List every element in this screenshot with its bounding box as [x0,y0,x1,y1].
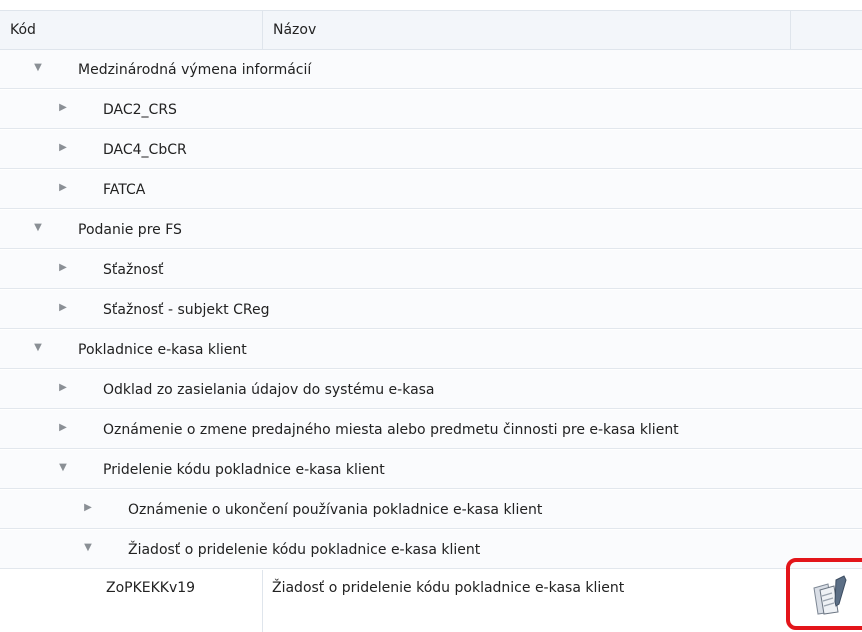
tree-row[interactable]: ▼ Žiadosť o pridelenie kódu pokladnice e-… [0,530,862,569]
tree-row-label: Sťažnosť [103,262,164,278]
expand-arrow-right-icon[interactable]: ▶ [80,490,96,528]
tree-row[interactable]: ▼ Podanie pre FS [0,210,862,249]
tree-row[interactable]: ▶ FATCA [0,170,862,209]
tree-row-label: Podanie pre FS [78,222,182,238]
tree-row-label: DAC4_CbCR [103,142,187,158]
grid-header: Kód Názov [0,10,862,50]
tree-row-label: DAC2_CRS [103,102,177,118]
tree-row[interactable]: ▼ Pridelenie kódu pokladnice e-kasa klien… [0,450,862,489]
tree-row[interactable]: ▶ Oznámenie o zmene predajného miesta ale… [0,410,862,449]
tree-row-label: Pokladnice e-kasa klient [78,342,247,358]
form-data-row[interactable]: ZoPKEKKv19 Žiadosť o pridelenie kódu pok… [0,570,862,632]
expand-arrow-down-icon[interactable]: ▼ [30,330,46,368]
tree-row-label: Sťažnosť - subjekt CReg [103,302,270,318]
tree-row-label: Medzinárodná výmena informácií [78,62,312,78]
form-name: Žiadosť o pridelenie kódu pokladnice e-k… [272,580,625,596]
tree-row[interactable]: ▶ DAC2_CRS [0,90,862,129]
tree-row-label: FATCA [103,182,146,198]
expand-arrow-right-icon[interactable]: ▶ [55,90,71,128]
expand-arrow-right-icon[interactable]: ▶ [55,130,71,168]
tree-row-label: Oznámenie o ukončení používania pokladni… [128,502,543,518]
expand-arrow-down-icon[interactable]: ▼ [30,210,46,248]
form-code: ZoPKEKKv19 [106,580,196,596]
expand-arrow-down-icon[interactable]: ▼ [55,450,71,488]
tree-row-label: Pridelenie kódu pokladnice e-kasa klient [103,462,385,478]
expand-arrow-right-icon[interactable]: ▶ [55,370,71,408]
column-header-actions [791,11,862,49]
tree-row[interactable]: ▶ DAC4_CbCR [0,130,862,169]
tree-row-label: Oznámenie o zmene predajného miesta aleb… [103,422,679,438]
expand-arrow-right-icon[interactable]: ▶ [55,250,71,288]
tree-row[interactable]: ▼ Pokladnice e-kasa klient [0,330,862,369]
tree-row[interactable]: ▶ Odklad zo zasielania údajov do systému … [0,370,862,409]
form-code-cell: ZoPKEKKv19 [0,570,263,632]
tree-row-label: Odklad zo zasielania údajov do systému e… [103,382,435,398]
expand-arrow-right-icon[interactable]: ▶ [55,170,71,208]
tree-row[interactable]: ▶ Oznámenie o ukončení používania pokladn… [0,490,862,529]
expand-arrow-down-icon[interactable]: ▼ [30,50,46,88]
column-header-kod[interactable]: Kód [0,11,263,49]
column-header-nazov[interactable]: Názov [263,11,791,49]
expand-arrow-down-icon[interactable]: ▼ [80,530,96,568]
tree-row[interactable]: ▶ Sťažnosť [0,250,862,289]
expand-arrow-right-icon[interactable]: ▶ [55,290,71,328]
document-sign-icon[interactable] [806,574,852,618]
expand-arrow-right-icon[interactable]: ▶ [55,410,71,448]
tree-row[interactable]: ▶ Sťažnosť - subjekt CReg [0,290,862,329]
tree-row[interactable]: ▼ Medzinárodná výmena informácií [0,50,862,89]
tree-row-label: Žiadosť o pridelenie kódu pokladnice e-k… [128,542,481,558]
